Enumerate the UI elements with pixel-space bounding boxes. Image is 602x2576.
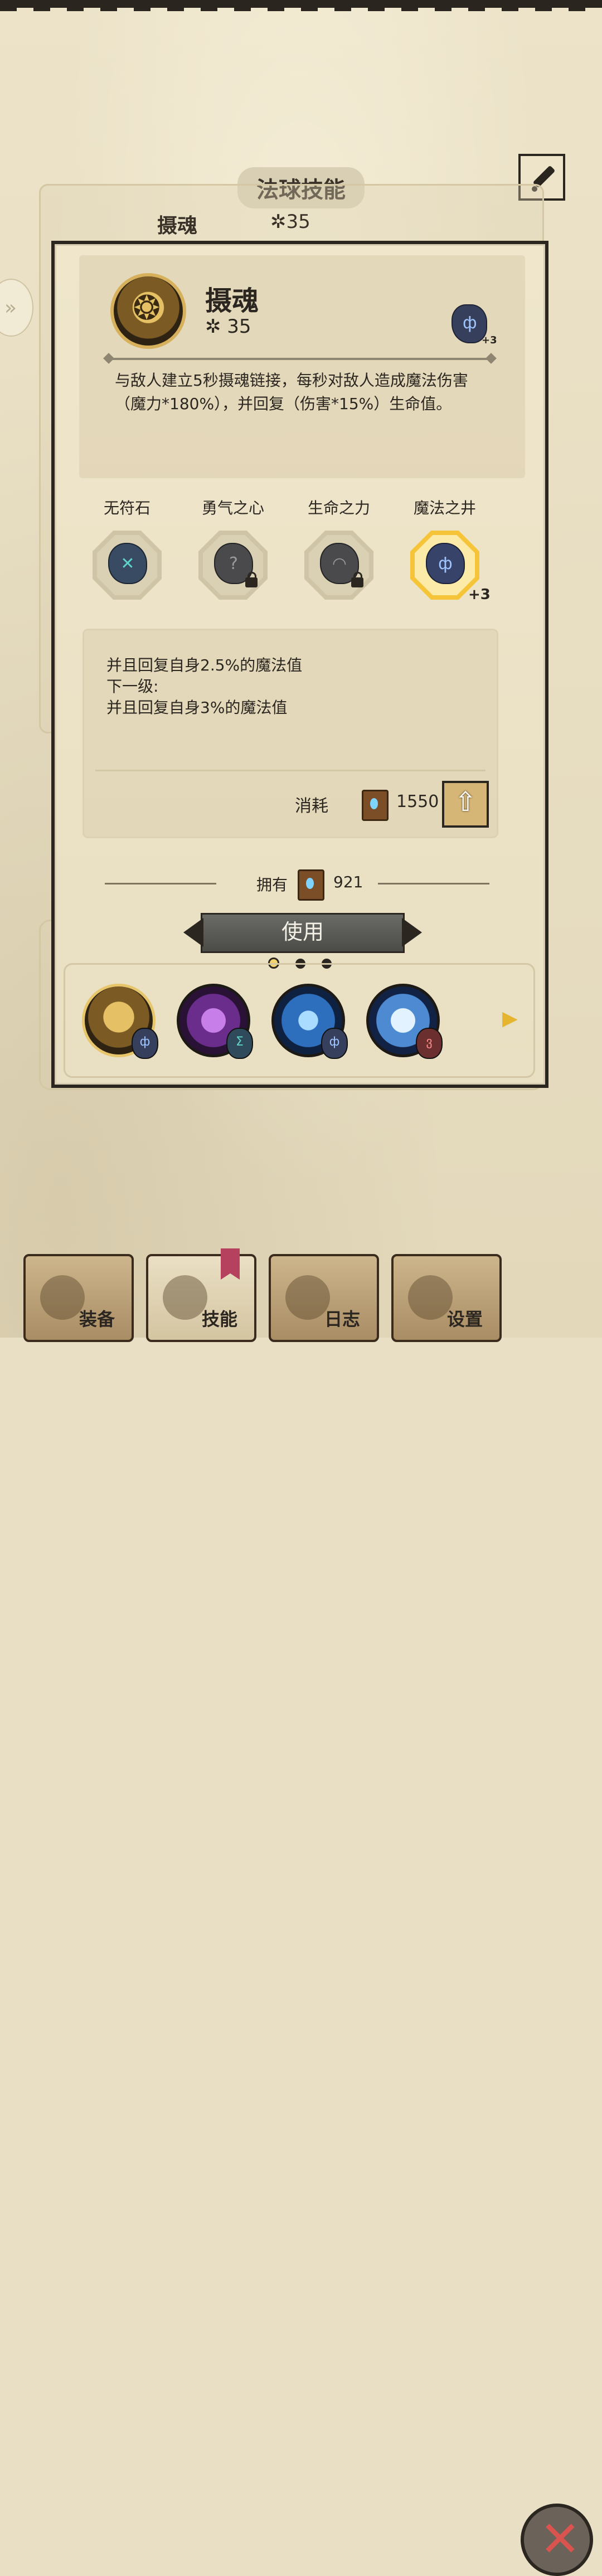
- rune-slot[interactable]: ◠: [304, 531, 373, 600]
- rune-slot[interactable]: ✕: [93, 531, 162, 600]
- scroll-icon: [285, 1275, 330, 1320]
- header-divider: [110, 358, 489, 360]
- rune-tab-none[interactable]: 无符石 ✕: [88, 496, 166, 600]
- owned-line-right: [378, 883, 489, 884]
- lock-icon: [245, 572, 258, 587]
- rune-tab-label: 生命之力: [307, 499, 370, 517]
- chevron-right-icon: »: [4, 297, 17, 319]
- rune-tab-mana-well[interactable]: 魔法之井 ф +3: [406, 496, 491, 603]
- top-border: [0, 0, 602, 11]
- upgrade-arrow-icon: ⇧: [454, 786, 477, 818]
- rune-effect-next: 并且回复自身3%的魔法值: [106, 698, 288, 717]
- skill-orb-3[interactable]: ф: [271, 984, 348, 1059]
- level-icon: ✲: [205, 315, 227, 338]
- nav-settings[interactable]: 设置: [391, 1254, 502, 1342]
- rune-mana-icon: ф: [426, 543, 465, 584]
- rune-slot[interactable]: ?: [198, 531, 268, 600]
- rune-effect-current: 并且回复自身2.5%的魔法值: [106, 656, 303, 674]
- skill-icon: [163, 1275, 207, 1320]
- rune-tab-courage[interactable]: 勇气之心 ?: [194, 496, 272, 600]
- chevron-right-icon[interactable]: ▶: [502, 1007, 518, 1030]
- close-icon: ✕: [540, 2510, 581, 2568]
- owned-row: 拥有 921: [55, 868, 545, 902]
- orb-rune-icon: ф: [321, 1028, 348, 1059]
- upgrade-button[interactable]: ⇧: [442, 781, 489, 828]
- rune-bonus: +3: [468, 586, 491, 603]
- skill-description: 与敌人建立5秒摄魂链接，每秒对敌人造成魔法伤害（魔力*180%），并回复（伤害*…: [115, 371, 468, 413]
- equipped-rune-bonus: +3: [482, 334, 497, 346]
- skill-strip: ф Σ ф ვ ▶: [64, 963, 535, 1078]
- skill-orb-4[interactable]: ვ: [366, 984, 443, 1059]
- close-button[interactable]: ✕: [521, 2504, 593, 2576]
- skill-detail-popup: ❂ 摄魂 ✲ 35 ф +3 与敌人建立5秒摄魂链接，每秒对敌人造成魔法伤害（魔…: [51, 241, 548, 1088]
- background-skill-level: ✲35: [270, 211, 310, 233]
- skill-icon: ❂: [110, 273, 186, 349]
- skill-orb-1[interactable]: ф: [82, 984, 158, 1059]
- nav-label: 设置: [447, 1309, 483, 1330]
- rune-tab-label: 无符石: [103, 499, 151, 517]
- axe-icon: [40, 1275, 85, 1320]
- cost-label: 消耗: [295, 796, 328, 816]
- owned-value: 921: [333, 873, 363, 891]
- nav-label: 装备: [79, 1309, 115, 1330]
- gear-icon: [408, 1275, 453, 1320]
- owned-line-left: [105, 883, 216, 884]
- owned-label: 拥有: [256, 876, 288, 894]
- book-icon: [362, 790, 389, 821]
- rune-tab-label: 魔法之井: [413, 499, 476, 517]
- orb-rune-icon: Σ: [226, 1028, 253, 1059]
- skill-level: ✲ 35: [205, 315, 251, 338]
- orb-rune-icon: ф: [132, 1028, 158, 1059]
- nav-skills[interactable]: 技能: [146, 1248, 256, 1342]
- nav-log[interactable]: 日志: [269, 1254, 379, 1342]
- bookmark-icon: [221, 1248, 240, 1280]
- lock-icon: [351, 572, 363, 587]
- cost-value: 1550: [396, 792, 439, 811]
- skill-orb-2[interactable]: Σ: [177, 984, 253, 1059]
- background-skill-name: 摄魂: [157, 215, 198, 237]
- nav-label: 日志: [324, 1309, 361, 1330]
- rune-info-box: 并且回复自身2.5%的魔法值 下一级: 并且回复自身3%的魔法值 消耗 1550…: [82, 629, 498, 838]
- rune-tab-label: 勇气之心: [201, 499, 264, 517]
- nav-equipment[interactable]: 装备: [23, 1254, 134, 1342]
- book-icon: [298, 869, 324, 901]
- rune-x-icon: ✕: [108, 543, 147, 584]
- bottom-nav: 装备 技能 日志 设置 ✕: [0, 1248, 602, 2576]
- skill-name: 摄魂: [205, 285, 259, 317]
- use-button[interactable]: 使用: [201, 913, 405, 953]
- rune-next-level-label: 下一级:: [106, 677, 159, 696]
- rune-selector: 无符石 ✕ 勇气之心 ? 生命之力 ◠ 魔法之井 ф +3: [88, 496, 512, 607]
- info-divider: [95, 770, 486, 771]
- orb-rune-icon: ვ: [416, 1028, 443, 1059]
- rune-tab-life[interactable]: 生命之力 ◠: [300, 496, 378, 600]
- nav-label: 技能: [202, 1309, 238, 1330]
- rune-info-text: 并且回复自身2.5%的魔法值 下一级: 并且回复自身3%的魔法值: [106, 655, 302, 718]
